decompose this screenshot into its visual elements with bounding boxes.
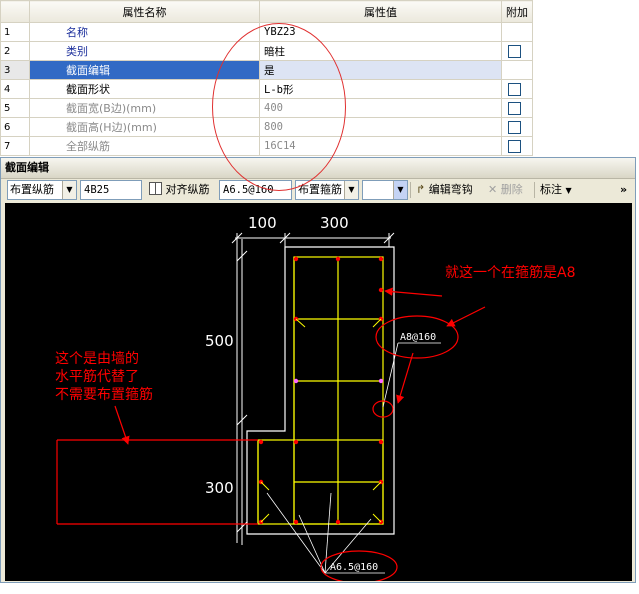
section-outline[interactable] xyxy=(246,246,395,535)
long-bar-input[interactable]: 4B25 xyxy=(80,180,142,200)
row-extra xyxy=(501,60,533,80)
delete-icon: ✕ xyxy=(488,183,498,196)
edit-hook-label: 编辑弯钩 xyxy=(428,183,473,196)
stirrup-type-select[interactable]: ▼ xyxy=(362,180,408,200)
row-number: 3 xyxy=(0,60,30,80)
note-wall-line2: 水平筋代替了 xyxy=(55,368,139,385)
row-value[interactable]: L-b形 xyxy=(259,79,502,99)
chevron-down-icon[interactable]: ▼ xyxy=(393,181,407,199)
note-stirrup: 就这一个在箍筋是A8 xyxy=(445,264,575,281)
row-name[interactable]: 截面宽(B边)(mm) xyxy=(29,98,260,118)
header-extra[interactable]: 附加 xyxy=(501,0,533,23)
extra-checkbox[interactable] xyxy=(508,139,521,153)
row-value[interactable]: 暗柱 xyxy=(259,41,502,61)
dim-top-right: 300 xyxy=(320,214,349,232)
row-number: 5 xyxy=(0,98,30,118)
delete-label: 删除 xyxy=(500,183,523,196)
grid-row[interactable]: 4 截面形状 L-b形 xyxy=(0,79,533,99)
row-name[interactable]: 名称 xyxy=(29,22,260,42)
row-name[interactable]: 类别 xyxy=(29,41,260,61)
row-extra xyxy=(501,22,533,42)
row-value[interactable]: 400 xyxy=(259,98,502,118)
place-stirrup-dropdown[interactable]: 布置箍筋 ▼ xyxy=(295,180,359,200)
grid-row[interactable]: 2 类别 暗柱 xyxy=(0,41,533,61)
hook-icon: ↱ xyxy=(416,183,426,196)
bottom-strip xyxy=(0,583,639,594)
header-num xyxy=(0,0,30,23)
chevron-down-icon[interactable]: ▼ xyxy=(344,181,358,199)
stirrups xyxy=(257,256,384,525)
dim-top-left: 100 xyxy=(248,214,277,232)
grid-row[interactable]: 6 截面高(H边)(mm) 800 xyxy=(0,117,533,137)
row-name[interactable]: 截面形状 xyxy=(29,79,260,99)
toolbar: 布置纵筋 ▼ 4B25 对齐纵筋 A6.5@160 布置箍筋 ▼ ▼ ↱ 编辑弯… xyxy=(1,179,635,201)
extra-checkbox[interactable] xyxy=(508,101,521,115)
grid-header: 属性名称 属性值 附加 xyxy=(0,0,533,23)
extra-checkbox[interactable] xyxy=(508,44,521,58)
align-long-bar-label: 对齐纵筋 xyxy=(165,183,210,196)
property-grid: 属性名称 属性值 附加 1 名称 YBZ23 2 类别 暗柱 3 截面编辑 是 … xyxy=(0,0,639,157)
section-drawing: 100 300 500 300 A8@160 A6.5@160 就这一个在箍筋是… xyxy=(55,214,575,584)
annotate-dropdown[interactable]: 标注 ▼ xyxy=(536,180,576,200)
row-number: 6 xyxy=(0,117,30,137)
align-long-bar-button[interactable]: 对齐纵筋 xyxy=(145,180,217,200)
grid-row-selected[interactable]: 3 截面编辑 是 xyxy=(0,60,533,80)
row-name[interactable]: 全部纵筋 xyxy=(29,136,260,156)
row-extra[interactable] xyxy=(501,117,533,137)
annotate-label: 标注 xyxy=(540,183,562,196)
row-number: 2 xyxy=(0,41,30,61)
row-value[interactable]: 16C14 xyxy=(259,136,502,156)
row-name[interactable]: 截面编辑 xyxy=(29,60,260,80)
align-icon xyxy=(149,182,162,195)
edit-hook-button[interactable]: ↱ 编辑弯钩 xyxy=(412,180,482,200)
note-wall-line1: 这个是由墙的 xyxy=(55,350,139,367)
grid-row[interactable]: 5 截面宽(B边)(mm) 400 xyxy=(0,98,533,118)
window-title: 截面编辑 xyxy=(1,158,635,179)
dim-left-upper: 500 xyxy=(205,332,234,350)
extra-checkbox[interactable] xyxy=(508,82,521,96)
chevron-down-icon: ▼ xyxy=(565,186,572,195)
grid-row[interactable]: 1 名称 YBZ23 xyxy=(0,22,533,42)
toolbar-separator xyxy=(534,182,535,198)
note-wall-line3: 不需要布置箍筋 xyxy=(55,386,153,403)
stirrup-label-a65[interactable]: A6.5@160 xyxy=(330,562,378,573)
row-number: 7 xyxy=(0,136,30,156)
dim-left-lower: 300 xyxy=(205,479,234,497)
leader-lines xyxy=(266,342,441,574)
row-extra[interactable] xyxy=(501,136,533,156)
stirrup-input[interactable]: A6.5@160 xyxy=(219,180,292,200)
row-extra[interactable] xyxy=(501,41,533,61)
place-stirrup-label: 布置箍筋 xyxy=(298,183,342,196)
row-extra[interactable] xyxy=(501,98,533,118)
place-long-bar-label: 布置纵筋 xyxy=(10,183,54,196)
place-long-bar-dropdown[interactable]: 布置纵筋 ▼ xyxy=(7,180,77,200)
longitudinal-bars xyxy=(258,256,384,525)
toolbar-separator xyxy=(410,182,411,198)
row-value[interactable]: 是 xyxy=(259,60,502,80)
row-value[interactable]: YBZ23 xyxy=(259,22,502,42)
stirrup-label-a8[interactable]: A8@160 xyxy=(400,332,436,343)
header-name[interactable]: 属性名称 xyxy=(29,0,260,23)
section-drawing-canvas[interactable]: 100 300 500 300 A8@160 A6.5@160 就这一个在箍筋是… xyxy=(5,203,632,584)
section-editor-window: 截面编辑 布置纵筋 ▼ 4B25 对齐纵筋 A6.5@160 布置箍筋 ▼ ▼ … xyxy=(0,157,636,584)
toolbar-overflow-button[interactable]: » xyxy=(619,180,635,200)
delete-button[interactable]: ✕ 删除 xyxy=(484,180,532,200)
chevron-down-icon[interactable]: ▼ xyxy=(62,181,76,199)
extra-checkbox[interactable] xyxy=(508,120,521,134)
row-number: 1 xyxy=(0,22,30,42)
row-name[interactable]: 截面高(H边)(mm) xyxy=(29,117,260,137)
row-value[interactable]: 800 xyxy=(259,117,502,137)
hooks xyxy=(260,318,382,523)
row-extra[interactable] xyxy=(501,79,533,99)
row-number: 4 xyxy=(0,79,30,99)
dimension-lines xyxy=(231,232,395,545)
header-value[interactable]: 属性值 xyxy=(259,0,502,23)
grid-row[interactable]: 7 全部纵筋 16C14 xyxy=(0,136,533,156)
